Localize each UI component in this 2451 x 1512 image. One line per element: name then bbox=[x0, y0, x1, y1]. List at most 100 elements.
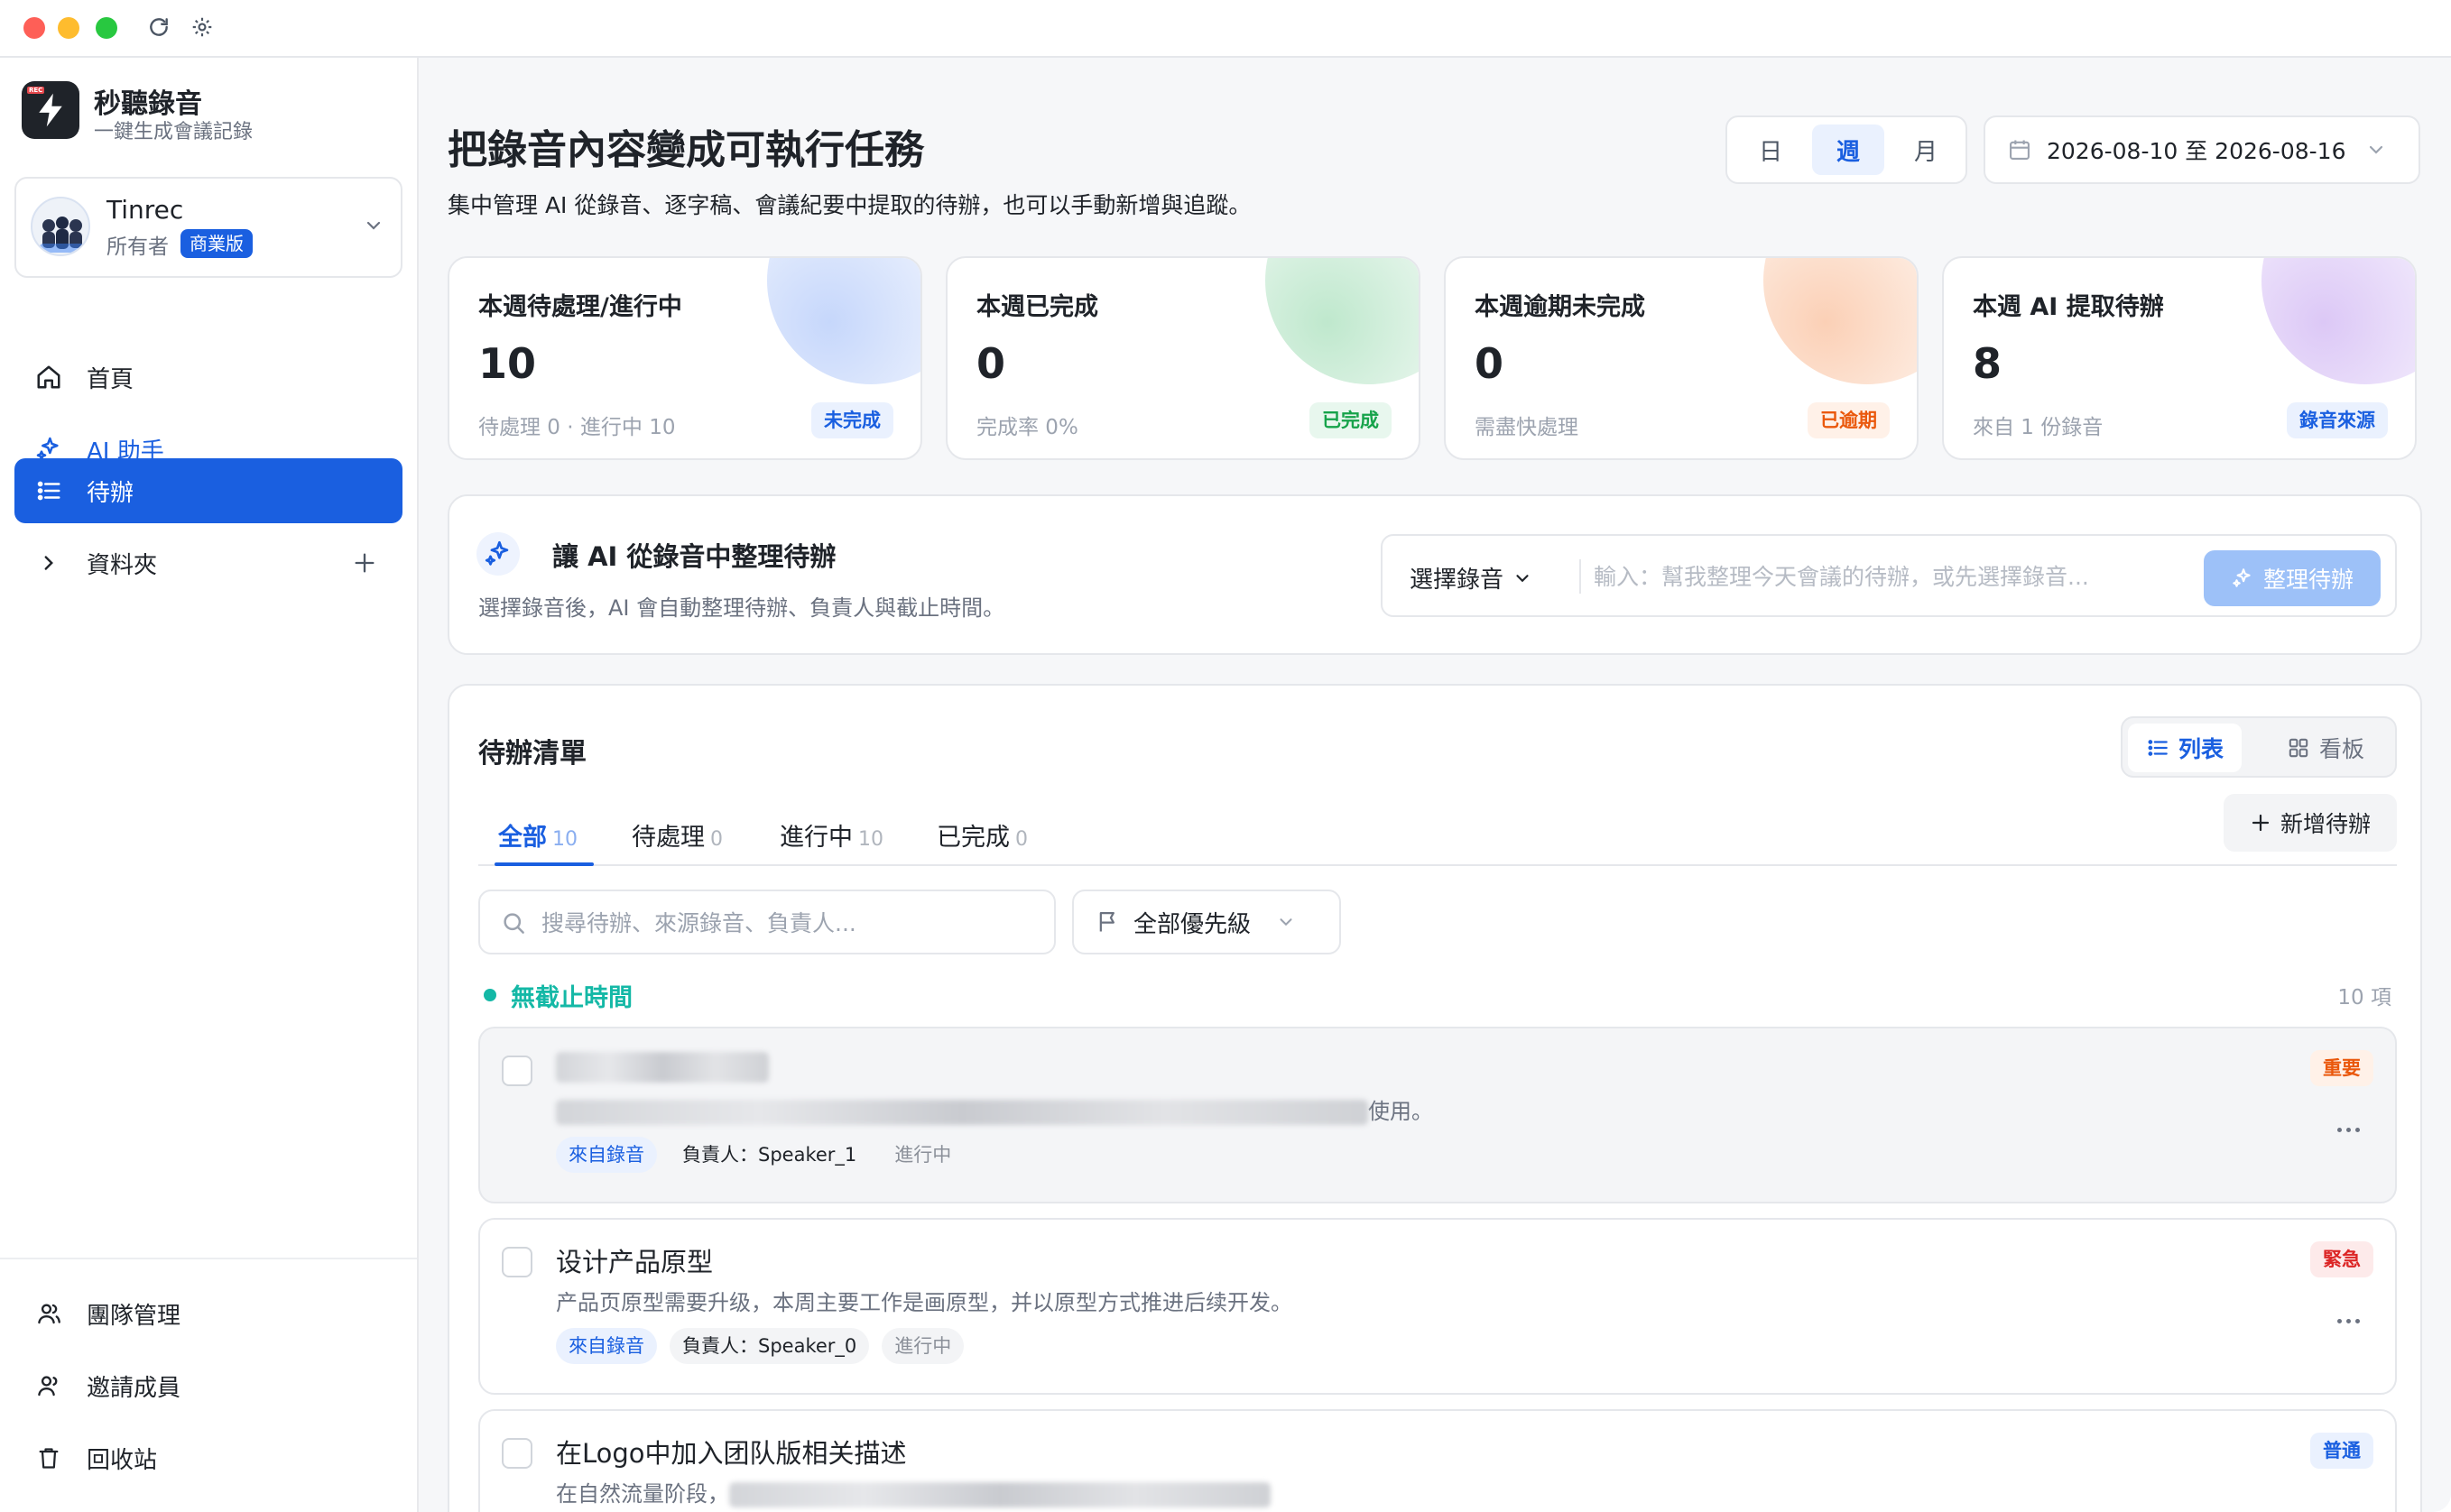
todo-list-title: 待辦清單 bbox=[478, 738, 587, 770]
tab-all[interactable]: 全部 10 bbox=[498, 817, 578, 853]
team-avatar bbox=[31, 197, 90, 256]
title-bar bbox=[0, 0, 2451, 58]
todo-description: 在自然流量阶段， bbox=[556, 1476, 1271, 1507]
nav-item-team-management[interactable]: 團隊管理 bbox=[14, 1285, 402, 1342]
todo-checkbox[interactable] bbox=[502, 1247, 532, 1277]
stat-card-ai-extracted[interactable]: 本週 AI 提取待辦 8 來自 1 份錄音 錄音來源 bbox=[1942, 256, 2417, 460]
nav-label: 回收站 bbox=[87, 1446, 158, 1474]
redacted-text bbox=[729, 1482, 1271, 1507]
tab-label: 已完成 bbox=[937, 824, 1010, 852]
nav-item-home[interactable]: 首頁 bbox=[14, 345, 402, 410]
stat-card-pending[interactable]: 本週待處理/進行中 10 待處理 0 · 進行中 10 未完成 bbox=[448, 256, 922, 460]
status-badge: 錄音來源 bbox=[2287, 402, 2388, 438]
view-toggle: 列表 看板 bbox=[2121, 716, 2397, 778]
period-month-button[interactable]: 月 bbox=[1890, 124, 1962, 175]
period-day-button[interactable]: 日 bbox=[1734, 124, 1807, 175]
nav-item-todo[interactable]: 待辦 bbox=[14, 458, 402, 523]
sparkles-icon bbox=[2233, 568, 2251, 587]
stat-value: 8 bbox=[1973, 339, 2002, 388]
todo-description: 使用。 bbox=[556, 1093, 1433, 1125]
period-week-button[interactable]: 週 bbox=[1812, 124, 1884, 175]
refresh-icon[interactable] bbox=[144, 13, 173, 41]
tab-count: 10 bbox=[858, 828, 883, 851]
todo-list-panel: 待辦清單 列表 看板 新增待辦 全部 10 待處理 0 進行中 10 已完成 0… bbox=[448, 684, 2422, 1512]
decorative-blob bbox=[767, 258, 920, 384]
stat-title: 本週逾期未完成 bbox=[1475, 293, 1645, 321]
redacted-text bbox=[556, 1052, 769, 1083]
todo-item[interactable]: 使用。 來自錄音 負責人：Speaker_1 進行中 重要 bbox=[478, 1027, 2397, 1203]
settings-gear-icon[interactable] bbox=[188, 13, 217, 41]
account-switcher[interactable]: Tinrec 所有者 商業版 bbox=[14, 177, 402, 278]
tab-in-progress[interactable]: 進行中 10 bbox=[780, 817, 883, 853]
search-input[interactable] bbox=[541, 902, 1038, 944]
close-window-button[interactable] bbox=[23, 17, 45, 39]
status-badge: 未完成 bbox=[811, 402, 893, 438]
add-folder-plus-icon[interactable] bbox=[348, 547, 381, 579]
todo-description-start: 在自然流量阶段， bbox=[556, 1481, 729, 1507]
stat-value: 0 bbox=[976, 339, 1006, 388]
stat-card-completed[interactable]: 本週已完成 0 完成率 0% 已完成 bbox=[946, 256, 1420, 460]
select-recording-label: 選擇錄音 bbox=[1410, 567, 1504, 594]
status-badge: 已逾期 bbox=[1808, 402, 1890, 438]
stat-value: 0 bbox=[1475, 339, 1504, 388]
account-role: 所有者 bbox=[106, 235, 169, 259]
group-count: 10 項 bbox=[2337, 986, 2391, 1010]
priority-filter-label: 全部優先級 bbox=[1133, 910, 1252, 938]
status-tabs: 全部 10 待處理 0 進行中 10 已完成 0 bbox=[478, 808, 2397, 866]
todo-item[interactable]: 设计产品原型 产品页原型需要升级，本周主要工作是画原型，并以原型方式推进后续开发… bbox=[478, 1218, 2397, 1395]
stat-title: 本週待處理/進行中 bbox=[478, 293, 682, 321]
date-range-picker[interactable]: 2026-08-10 至 2026-08-16 bbox=[1984, 115, 2420, 184]
ai-input-group: 選擇錄音 整理待辦 bbox=[1381, 534, 2397, 617]
tab-completed[interactable]: 已完成 0 bbox=[937, 817, 1028, 853]
todo-checkbox[interactable] bbox=[502, 1438, 532, 1469]
sidebar-divider bbox=[0, 1258, 417, 1259]
source-tag[interactable]: 來自錄音 bbox=[556, 1137, 657, 1173]
todo-checkbox[interactable] bbox=[502, 1056, 532, 1086]
priority-badge: 緊急 bbox=[2310, 1241, 2373, 1277]
select-recording-dropdown[interactable]: 選擇錄音 bbox=[1410, 561, 1532, 595]
organize-button-label: 整理待辦 bbox=[2262, 567, 2354, 593]
todo-title: 在Logo中加入团队版相关描述 bbox=[556, 1438, 907, 1469]
nav-item-invite-members[interactable]: 邀請成員 bbox=[14, 1357, 402, 1415]
page-subtitle: 集中管理 AI 從錄音、逐字稿、會議紀要中提取的待辦，也可以手動新增與追蹤。 bbox=[448, 192, 1252, 218]
status-tag: 進行中 bbox=[894, 1144, 952, 1166]
ai-prompt-input[interactable] bbox=[1594, 554, 2189, 599]
organize-todos-button[interactable]: 整理待辦 bbox=[2204, 550, 2381, 606]
board-view-button[interactable]: 看板 bbox=[2269, 724, 2382, 772]
status-badge: 已完成 bbox=[1309, 402, 1392, 438]
plan-badge: 商業版 bbox=[180, 229, 253, 258]
group-title[interactable]: 無截止時間 bbox=[511, 978, 633, 1013]
stat-footnote: 待處理 0 · 進行中 10 bbox=[478, 416, 676, 439]
status-tag: 進行中 bbox=[882, 1328, 965, 1364]
tab-pending[interactable]: 待處理 0 bbox=[632, 817, 723, 853]
input-separator bbox=[1579, 559, 1581, 594]
list-view-label: 列表 bbox=[2178, 736, 2224, 762]
nav-item-folders[interactable]: 資料夾 bbox=[14, 530, 402, 595]
tab-count: 10 bbox=[552, 828, 578, 851]
source-tag[interactable]: 來自錄音 bbox=[556, 1328, 657, 1364]
nav-item-trash[interactable]: 回收站 bbox=[14, 1429, 402, 1487]
logo-rec-tag: REC bbox=[27, 87, 45, 94]
group-indicator-dot bbox=[484, 989, 496, 1001]
list-view-button[interactable]: 列表 bbox=[2128, 724, 2243, 772]
chevron-down-icon bbox=[363, 215, 384, 240]
sidebar: REC 秒聽錄音 一鍵生成會議記錄 Tinrec 所有者 商業版 首頁 AI 助… bbox=[0, 58, 419, 1512]
priority-badge: 普通 bbox=[2310, 1433, 2373, 1469]
more-options-icon[interactable] bbox=[2330, 1119, 2366, 1140]
todo-item[interactable]: 在Logo中加入团队版相关描述 在自然流量阶段， 普通 bbox=[478, 1409, 2397, 1512]
team-icon bbox=[34, 1299, 63, 1328]
todo-description: 产品页原型需要升级，本周主要工作是画原型，并以原型方式推进后续开发。 bbox=[556, 1290, 1292, 1315]
grid-icon bbox=[2289, 738, 2308, 758]
stat-footnote: 來自 1 份錄音 bbox=[1973, 416, 2104, 439]
ai-organize-panel: 讓 AI 從錄音中整理待辦 選擇錄音後，AI 會自動整理待辦、負責人與截止時間。… bbox=[448, 494, 2422, 655]
calendar-icon bbox=[2007, 137, 2032, 162]
maximize-window-button[interactable] bbox=[96, 17, 117, 39]
minimize-window-button[interactable] bbox=[58, 17, 79, 39]
tab-label: 進行中 bbox=[780, 824, 853, 852]
tab-count: 0 bbox=[1015, 828, 1028, 851]
priority-filter-dropdown[interactable]: 全部優先級 bbox=[1072, 890, 1341, 954]
search-icon bbox=[500, 909, 527, 940]
main-content: 把錄音內容變成可執行任務 集中管理 AI 從錄音、逐字稿、會議紀要中提取的待辦，… bbox=[419, 58, 2451, 1512]
stat-card-overdue[interactable]: 本週逾期未完成 0 需盡快處理 已逾期 bbox=[1444, 256, 1919, 460]
more-options-icon[interactable] bbox=[2330, 1310, 2366, 1332]
